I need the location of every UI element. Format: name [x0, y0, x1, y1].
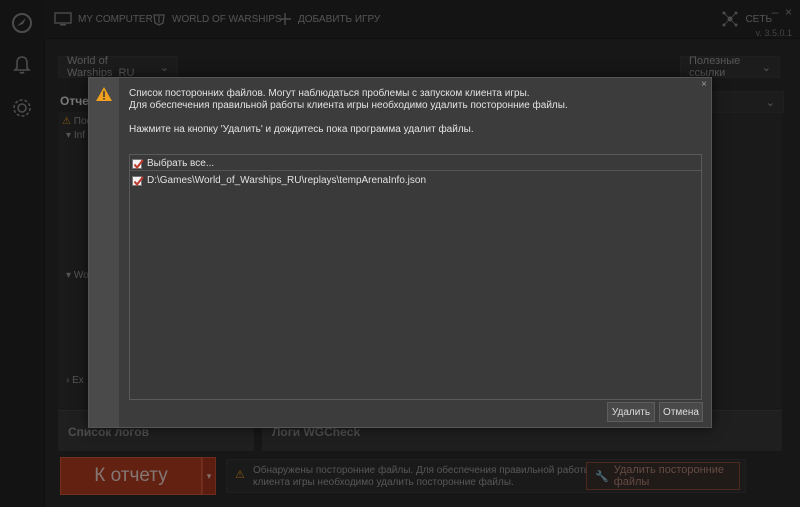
cancel-button[interactable]: Отмена — [659, 402, 703, 422]
foreign-files-list[interactable]: Выбрать все... D:\Games\World_of_Warship… — [129, 154, 702, 400]
dialog-side-strip — [89, 78, 119, 427]
list-item[interactable]: D:\Games\World_of_Warships_RU\replays\te… — [132, 173, 426, 188]
file-checkbox[interactable] — [132, 175, 144, 186]
select-all-label: Выбрать все... — [147, 158, 215, 169]
dialog-message: Список посторонних файлов. Могут наблюда… — [129, 88, 699, 136]
select-all-checkbox[interactable] — [132, 158, 144, 169]
dialog-close-icon[interactable]: × — [701, 79, 707, 90]
dialog-message-line1: Список посторонних файлов. Могут наблюда… — [129, 88, 530, 99]
list-divider — [130, 170, 701, 171]
checkmark-icon — [133, 175, 144, 186]
dialog-hint: Нажмите на кнопку 'Удалить' и дождитесь … — [129, 124, 474, 135]
foreign-files-dialog: × Список посторонних файлов. Могут наблю… — [88, 77, 712, 428]
delete-button[interactable]: Удалить — [607, 402, 655, 422]
warning-icon — [96, 87, 112, 101]
file-path: D:\Games\World_of_Warships_RU\replays\te… — [147, 175, 427, 186]
select-all-row[interactable]: Выбрать все... — [132, 156, 214, 171]
checkmark-icon — [133, 158, 144, 169]
dialog-message-line2: Для обеспечения правильной работы клиент… — [129, 100, 568, 111]
